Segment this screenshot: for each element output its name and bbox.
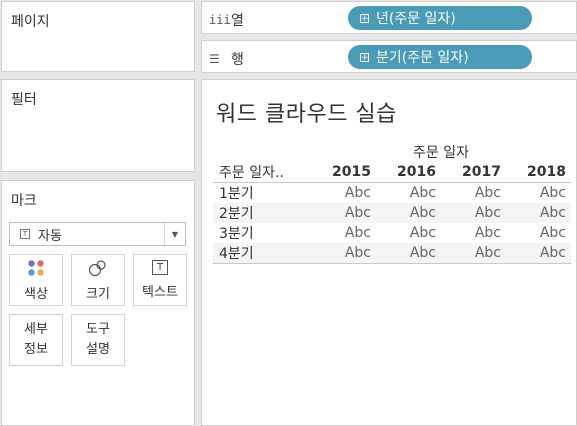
text-button-label: 텍스트	[142, 285, 178, 300]
table-cell[interactable]: Abc	[441, 223, 506, 243]
rows-icon: ☰	[209, 52, 220, 66]
filters-title: 필터	[11, 92, 37, 108]
year-header[interactable]: 2017	[441, 162, 506, 183]
tooltip-button-line1: 도구	[86, 322, 110, 337]
table-row: 2분기 Abc Abc Abc Abc	[213, 203, 571, 223]
rows-pill-quarter[interactable]: + 분기(주문 일자)	[348, 45, 532, 69]
filters-card[interactable]: 필터	[1, 79, 195, 172]
table-row: 1분기 Abc Abc Abc Abc	[213, 183, 571, 204]
size-button-label: 크기	[86, 286, 110, 302]
quarter-label[interactable]: 4분기	[213, 243, 311, 264]
table-cell[interactable]: Abc	[506, 203, 571, 223]
table-row: 4분기 Abc Abc Abc Abc	[213, 243, 571, 264]
table-cell[interactable]: Abc	[376, 243, 441, 264]
text-label-icon: T	[152, 260, 168, 275]
text-button[interactable]: T 텍스트	[133, 254, 187, 306]
rows-label: 행	[231, 52, 244, 68]
expand-icon[interactable]: +	[360, 52, 369, 62]
detail-button[interactable]: 세부 정보	[9, 314, 63, 366]
columns-pill-year[interactable]: + 년(주문 일자)	[348, 6, 532, 30]
quarter-label[interactable]: 2분기	[213, 203, 311, 223]
year-header[interactable]: 2018	[506, 162, 571, 183]
pages-title: 페이지	[11, 14, 50, 30]
detail-button-line2: 정보	[24, 342, 48, 357]
mark-type-dropdown[interactable]: T 자동 ▼	[9, 222, 186, 246]
table-cell[interactable]: Abc	[506, 243, 571, 264]
rows-shelf[interactable]: ☰ 행 + 분기(주문 일자)	[201, 40, 577, 73]
table-cell[interactable]: Abc	[441, 183, 506, 204]
columns-pill-label: 년(주문 일자)	[376, 11, 456, 27]
tooltip-button[interactable]: 도구 설명	[71, 314, 125, 366]
table-cell[interactable]: Abc	[441, 243, 506, 264]
marks-title: 마크	[11, 193, 37, 209]
quarter-label[interactable]: 3분기	[213, 223, 311, 243]
row-header[interactable]: 주문 일자..	[213, 162, 311, 183]
table-cell[interactable]: Abc	[311, 223, 376, 243]
color-palette-icon	[28, 259, 44, 276]
color-button-label: 색상	[24, 286, 48, 302]
table-cell[interactable]: Abc	[506, 183, 571, 204]
size-button[interactable]: 크기	[71, 254, 125, 306]
table-cell[interactable]: Abc	[506, 223, 571, 243]
size-icon	[88, 259, 106, 276]
table-cell[interactable]: Abc	[441, 203, 506, 223]
column-group-header[interactable]: 주문 일자	[311, 142, 571, 162]
columns-icon: iii	[209, 13, 231, 27]
pages-card[interactable]: 페이지	[1, 1, 195, 72]
year-header[interactable]: 2016	[376, 162, 441, 183]
table-cell[interactable]: Abc	[311, 243, 376, 264]
text-mark-icon: T	[20, 229, 30, 239]
table-cell[interactable]: Abc	[311, 203, 376, 223]
chevron-down-icon[interactable]: ▼	[164, 223, 185, 245]
rows-pill-label: 분기(주문 일자)	[376, 50, 469, 66]
columns-shelf-label: iii 열	[209, 10, 244, 30]
quarter-label[interactable]: 1분기	[213, 183, 311, 204]
year-header[interactable]: 2015	[311, 162, 376, 183]
crosstab-table: 주문 일자 주문 일자.. 2015 2016 2017 2018 1분기 Ab…	[213, 142, 571, 264]
table-cell[interactable]: Abc	[376, 203, 441, 223]
columns-label: 열	[231, 13, 244, 29]
columns-shelf[interactable]: iii 열 + 년(주문 일자)	[201, 1, 577, 34]
expand-icon[interactable]: +	[360, 13, 369, 23]
table-cell[interactable]: Abc	[311, 183, 376, 204]
rows-shelf-label: ☰ 행	[209, 49, 244, 69]
color-button[interactable]: 색상	[9, 254, 63, 306]
table-cell[interactable]: Abc	[376, 183, 441, 204]
tooltip-button-line2: 설명	[86, 342, 110, 357]
view-title: 워드 클라우드 실습	[216, 102, 397, 127]
mark-type-value: 자동	[38, 228, 62, 244]
detail-button-line1: 세부	[24, 322, 48, 337]
view-area[interactable]: 워드 클라우드 실습 주문 일자 주문 일자.. 2015 2016 2017 …	[201, 79, 577, 426]
table-cell[interactable]: Abc	[376, 223, 441, 243]
table-row: 3분기 Abc Abc Abc Abc	[213, 223, 571, 243]
